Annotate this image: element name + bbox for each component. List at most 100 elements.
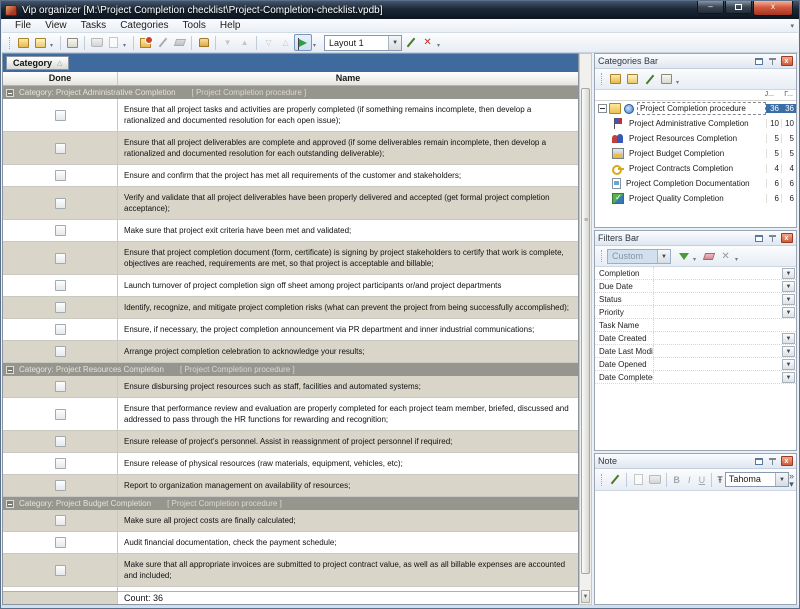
task-checkbox[interactable] (55, 565, 66, 576)
sidebar-item-project-completion-documentation[interactable]: Project Completion Documentation66 (595, 176, 796, 191)
note-pin-button[interactable] (766, 456, 779, 467)
filter-dropdown-icon[interactable]: ▼ (782, 333, 795, 344)
task-checkbox[interactable] (55, 170, 66, 181)
categories-restore-button[interactable] (752, 56, 765, 67)
underline-button[interactable]: U (696, 475, 709, 485)
toolbar-grip[interactable] (601, 250, 604, 262)
filter-dropdown-icon[interactable]: ▼ (782, 268, 795, 279)
filter-value-field[interactable] (653, 358, 782, 370)
new-category-button[interactable] (607, 71, 624, 87)
delete-task-button[interactable] (171, 35, 188, 51)
open-dropdown-icon[interactable]: ▾ (50, 42, 53, 49)
categories-col2-header[interactable]: Г... (784, 91, 793, 98)
table-row[interactable]: Ensure, if necessary, the project comple… (3, 319, 578, 341)
task-checkbox[interactable] (55, 324, 66, 335)
filter-dropdown-icon[interactable]: ▼ (782, 281, 795, 292)
delete-layout-button[interactable]: ✕ (419, 35, 436, 51)
table-row[interactable]: Verify and validate that all project del… (3, 187, 578, 220)
task-checkbox[interactable] (55, 515, 66, 526)
table-row[interactable]: Ensure that all project deliverables are… (3, 132, 578, 165)
filter-dropdown-icon[interactable]: ▼ (782, 307, 795, 318)
table-row[interactable]: Ensure disbursing project resources such… (3, 376, 578, 398)
note-text-area[interactable] (595, 491, 796, 604)
sidebar-item-project-completion-procedure[interactable]: Project Completion procedure3636 (595, 101, 796, 116)
table-row[interactable]: Make sure all project costs are finally … (3, 510, 578, 532)
toolbar-grip[interactable] (601, 73, 604, 85)
task-checkbox[interactable] (55, 480, 66, 491)
scrollbar-thumb[interactable]: ≡ (581, 88, 590, 574)
menu-item-categories[interactable]: Categories (113, 20, 175, 31)
table-row[interactable]: Ensure that all project tasks and activi… (3, 99, 578, 132)
filter-dropdown-icon[interactable]: ▼ (782, 346, 795, 357)
view-overflow-icon[interactable]: ▾ (313, 42, 316, 49)
italic-button[interactable]: I (683, 475, 696, 485)
edit-task-button[interactable] (154, 35, 171, 51)
toolbar-grip[interactable] (9, 37, 12, 49)
edit-layout-button[interactable] (402, 35, 419, 51)
note-close-button[interactable]: x (780, 456, 793, 467)
menu-item-tasks[interactable]: Tasks (74, 20, 114, 31)
menu-overflow-icon[interactable]: ▾ (790, 22, 794, 30)
filter-preset-select[interactable]: Custom ▼ (607, 249, 671, 264)
minimize-button[interactable]: – (697, 1, 724, 14)
task-checkbox[interactable] (55, 409, 66, 420)
filter-value-field[interactable] (653, 267, 782, 279)
table-row[interactable]: Audit financial documentation, check the… (3, 532, 578, 554)
sidebar-item-project-administrative-completion[interactable]: Project Administrative Completion1010 (595, 116, 796, 131)
sidebar-item-project-contracts-completion[interactable]: Project Contracts Completion44 (595, 161, 796, 176)
clear-filter-button[interactable] (700, 248, 717, 264)
filter-dropdown-icon[interactable]: ▾ (693, 256, 696, 263)
collapse-icon[interactable] (598, 104, 607, 113)
filter-dropdown-icon[interactable]: ▼ (782, 372, 795, 383)
task-checkbox[interactable] (55, 302, 66, 313)
find-button[interactable] (630, 472, 647, 488)
save-button[interactable] (64, 35, 81, 51)
filter-value-field[interactable] (653, 319, 796, 331)
move-up-button[interactable]: ▲ (236, 35, 253, 51)
task-checkbox[interactable] (55, 537, 66, 548)
group-header-row[interactable]: Category: Project Administrative Complet… (3, 86, 578, 99)
note-toolbar-overflow-icon[interactable]: »▾ (789, 472, 794, 488)
scroll-down-button[interactable]: ▼ (581, 590, 590, 603)
sidebar-item-project-resources-completion[interactable]: Project Resources Completion55 (595, 131, 796, 146)
task-checkbox[interactable] (55, 198, 66, 209)
list-vertical-scrollbar[interactable]: ≡ ▼ (579, 53, 592, 605)
task-checkbox[interactable] (55, 225, 66, 236)
edit-category-button[interactable] (641, 71, 658, 87)
layout-overflow-icon[interactable]: ▾ (437, 42, 440, 49)
categories-close-button[interactable]: x (780, 56, 793, 67)
collapse-icon[interactable] (6, 500, 14, 508)
filter-value-field[interactable] (653, 345, 782, 357)
task-checkbox[interactable] (55, 280, 66, 291)
print-overflow-icon[interactable]: ▾ (123, 42, 126, 49)
group-header-row[interactable]: Category: Project Budget Completion[ Pro… (3, 497, 578, 510)
column-header-name[interactable]: Name (118, 72, 578, 85)
open-button[interactable] (32, 35, 49, 51)
table-row[interactable]: Ensure that project completion document … (3, 242, 578, 275)
sidebar-item-project-budget-completion[interactable]: Project Budget Completion55 (595, 146, 796, 161)
categories-pin-button[interactable] (766, 56, 779, 67)
complete-task-button[interactable] (195, 35, 212, 51)
task-checkbox[interactable] (55, 110, 66, 121)
menu-item-file[interactable]: File (8, 20, 38, 31)
column-header-done[interactable]: Done (3, 72, 118, 85)
toolbar-grip[interactable] (601, 474, 604, 486)
table-row[interactable]: Ensure that performance review and evalu… (3, 398, 578, 431)
table-row[interactable]: Identify, recognize, and mitigate projec… (3, 297, 578, 319)
menu-item-help[interactable]: Help (213, 20, 248, 31)
task-checkbox[interactable] (55, 143, 66, 154)
task-checkbox[interactable] (55, 436, 66, 447)
filter-value-field[interactable] (653, 332, 782, 344)
filters-close-button[interactable]: x (780, 233, 793, 244)
maximize-button[interactable] (725, 1, 752, 14)
table-row[interactable]: Ensure and confirm that the project has … (3, 165, 578, 187)
bold-button[interactable]: B (670, 475, 683, 485)
filter-value-field[interactable] (653, 280, 782, 292)
filter-value-field[interactable] (653, 371, 782, 383)
layout-dropdown-icon[interactable]: ▼ (388, 36, 401, 50)
categories-col1-header[interactable]: J... (765, 91, 774, 98)
note-print-button[interactable] (647, 472, 664, 488)
filter-dropdown-icon[interactable]: ▼ (782, 359, 795, 370)
font-dropdown-icon[interactable]: ▼ (775, 473, 788, 486)
filters-restore-button[interactable] (752, 233, 765, 244)
